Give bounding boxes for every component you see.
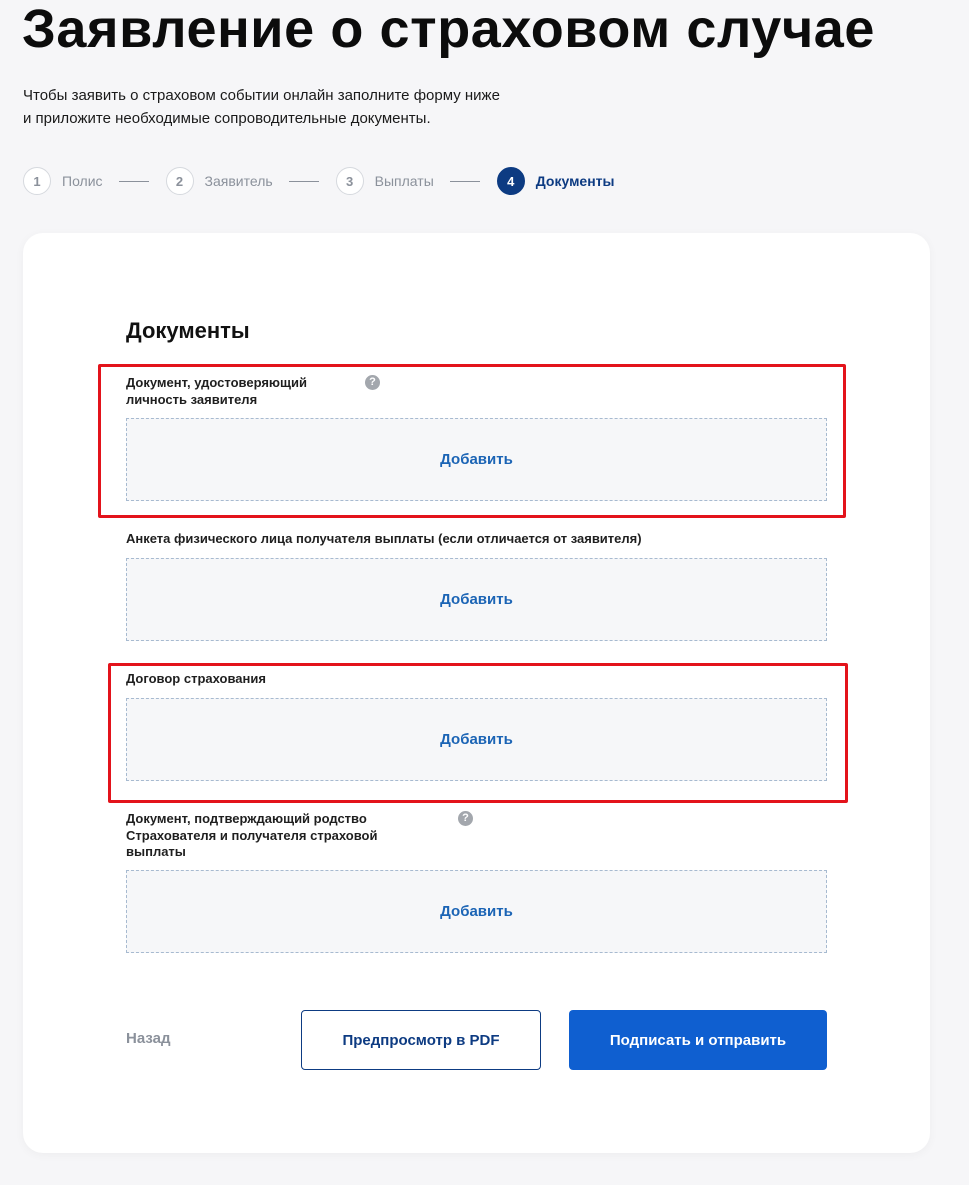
page-subtitle-line: и приложите необходимые сопроводительные… (23, 110, 431, 127)
upload-dropzone-kinship[interactable]: Добавить (126, 870, 827, 953)
step-connector (288, 180, 319, 182)
step-applicant[interactable]: 2 Заявитель (165, 167, 273, 195)
step-connector (118, 180, 149, 182)
highlight-box (98, 364, 846, 518)
step-number: 4 (496, 167, 525, 195)
section-title: Документы (126, 318, 250, 343)
doc-label-line: Анкета физического лица получателя выпла… (126, 531, 642, 546)
doc-label-line: выплаты (126, 844, 186, 859)
step-payments[interactable]: 3 Выплаты (335, 167, 434, 195)
page-subtitle: Чтобы заявить о страховом событии онлайн… (23, 84, 623, 130)
step-documents[interactable]: 4 Документы (496, 167, 615, 195)
step-label: Документы (535, 173, 615, 189)
doc-label-questionnaire: Анкета физического лица получателя выпла… (126, 531, 642, 548)
upload-dropzone-questionnaire[interactable]: Добавить (126, 558, 827, 641)
step-number: 3 (335, 167, 364, 195)
back-button[interactable]: Назад (126, 1030, 170, 1047)
add-document-button[interactable]: Добавить (440, 903, 513, 920)
step-connector (449, 180, 480, 182)
step-label: Полис (62, 173, 103, 189)
help-icon[interactable]: ? (458, 811, 473, 826)
page-title: Заявление о страховом случае (22, 0, 876, 59)
step-label: Заявитель (204, 173, 273, 189)
step-number: 2 (165, 167, 194, 195)
step-label: Выплаты (374, 173, 434, 189)
page-subtitle-line: Чтобы заявить о страховом событии онлайн… (23, 87, 500, 104)
stepper: 1 Полис 2 Заявитель 3 Выплаты 4 Документ… (23, 166, 614, 196)
add-document-button[interactable]: Добавить (440, 591, 513, 608)
doc-label-line: Документ, подтверждающий родство (126, 811, 367, 826)
preview-pdf-button[interactable]: Предпросмотр в PDF (301, 1010, 541, 1070)
sign-and-send-button[interactable]: Подписать и отправить (569, 1010, 827, 1070)
step-policy[interactable]: 1 Полис (23, 167, 103, 195)
step-number: 1 (23, 167, 51, 195)
doc-label-kinship: Документ, подтверждающий родство Страхов… (126, 811, 377, 861)
highlight-box (108, 663, 848, 803)
doc-label-line: Страхователя и получателя страховой (126, 827, 378, 843)
